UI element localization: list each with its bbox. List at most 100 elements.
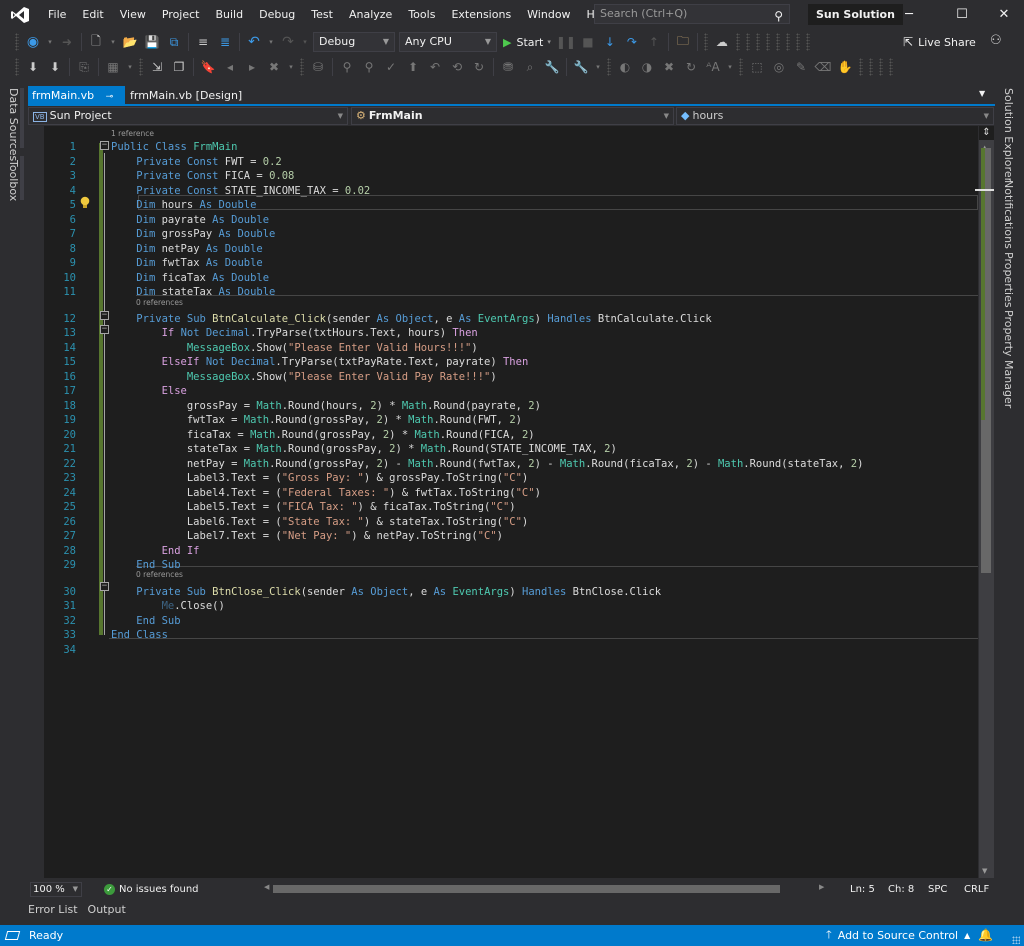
horizontal-scrollbar-thumb[interactable] [273, 885, 780, 893]
code-text[interactable]: Private Const STATE_INCOME_TAX = 0.02 [111, 184, 370, 199]
upload-icon[interactable]: ⬆ [404, 58, 422, 76]
toolbar-grip[interactable] [735, 33, 740, 51]
zoom-level-select[interactable]: 100 % ▼ [30, 882, 82, 897]
code-text[interactable]: Dim fwtTax As Double [111, 256, 262, 271]
grid-icon[interactable]: ▦ [104, 58, 122, 76]
code-text[interactable]: End Class [111, 628, 168, 643]
toolbar-grip[interactable] [15, 58, 19, 76]
code-line[interactable]: 25 Label5.Text = ("FICA Tax: ") & ficaTa… [44, 500, 978, 515]
notification-bell-icon[interactable]: 🔔 [978, 928, 993, 942]
toolbar-grip[interactable] [889, 58, 893, 76]
code-text[interactable]: End Sub [111, 614, 180, 629]
code-line[interactable]: 20 ficaTax = Math.Round(grossPay, 2) * M… [44, 428, 978, 443]
code-text[interactable]: Public Class FrmMain [111, 140, 237, 155]
char-indicator[interactable]: Ch: 8 [888, 882, 914, 897]
scroll-down-icon[interactable]: ▼ [982, 867, 987, 875]
dropdown-arrow-icon[interactable]: ▾ [726, 58, 734, 76]
deploy-icon[interactable]: ⬇ [46, 58, 64, 76]
add-to-source-control-button[interactable]: 🡑 Add to Source Control ▲ [826, 925, 970, 946]
code-line[interactable]: 14 MessageBox.Show("Please Enter Valid H… [44, 341, 978, 356]
code-line[interactable]: 15 ElseIf Not Decimal.TryParse(txtPayRat… [44, 355, 978, 370]
code-line[interactable]: 2 Private Const FWT = 0.2 [44, 155, 978, 170]
menu-extensions[interactable]: Extensions [443, 0, 519, 29]
save-icon[interactable]: 💾 [143, 33, 161, 51]
bookmark-icon[interactable]: 🔖 [199, 58, 217, 76]
menu-debug[interactable]: Debug [251, 0, 303, 29]
code-text[interactable]: stateTax = Math.Round(grossPay, 2) * Mat… [111, 442, 617, 457]
code-line[interactable]: 30 Private Sub BtnClose_Click(sender As … [44, 585, 978, 600]
menu-edit[interactable]: Edit [74, 0, 111, 29]
code-text[interactable]: grossPay = Math.Round(hours, 2) * Math.R… [111, 399, 541, 414]
toolbar-grip[interactable] [805, 33, 810, 51]
refresh-icon[interactable]: ↻ [470, 58, 488, 76]
split-window-icon[interactable]: ⇕ [979, 126, 994, 140]
code-text[interactable]: Dim netPay As Double [111, 242, 262, 257]
code-text[interactable]: Dim ficaTax As Double [111, 271, 269, 286]
inspect-icon[interactable]: ⌕ [521, 58, 539, 76]
code-text[interactable]: End Sub [111, 558, 180, 573]
properties-tab[interactable]: Properties [1002, 252, 1015, 308]
code-line[interactable]: 9 Dim fwtTax As Double [44, 256, 978, 271]
code-text[interactable]: Label7.Text = ("Net Pay: ") & netPay.ToS… [111, 529, 503, 544]
code-text[interactable]: Label3.Text = ("Gross Pay: ") & grossPay… [111, 471, 528, 486]
platform-select[interactable]: Any CPU ▼ [399, 32, 497, 52]
code-text[interactable]: Dim grossPay As Double [111, 227, 275, 242]
attach-icon[interactable]: ⚲ [338, 58, 356, 76]
toolbar-grip[interactable] [795, 33, 800, 51]
code-text[interactable]: Private Const FICA = 0.08 [111, 169, 294, 184]
menu-analyze[interactable]: Analyze [341, 0, 400, 29]
code-line[interactable]: 11 Dim stateTax As Double [44, 285, 978, 300]
code-text[interactable]: End If [111, 544, 200, 559]
toolbar-grip[interactable] [869, 58, 873, 76]
tools-icon[interactable]: 🔧 [572, 58, 590, 76]
find-in-files-icon[interactable]: 🗀 [674, 33, 692, 51]
close-button[interactable]: ✕ [981, 0, 1024, 29]
error-list-tab[interactable]: Error List [28, 903, 78, 917]
code-text[interactable]: Label4.Text = ("Federal Taxes: ") & fwtT… [111, 486, 541, 501]
toolbar-grip[interactable] [607, 58, 611, 76]
menu-window[interactable]: Window [519, 0, 578, 29]
tab-overflow-icon[interactable]: ▼ [979, 89, 985, 98]
tab-frmmain-vb[interactable]: frmMain.vb ⊸ ✕ [28, 86, 125, 123]
undo-icon[interactable]: ↶ [245, 33, 263, 51]
code-text[interactable]: Dim hours As Double [111, 198, 256, 213]
code-text[interactable]: Private Sub BtnClose_Click(sender As Obj… [111, 585, 661, 600]
toolbar-grip[interactable] [745, 33, 750, 51]
toolbar-grip[interactable] [765, 33, 770, 51]
dropdown-arrow-icon[interactable]: ▾ [109, 33, 117, 51]
history-icon[interactable]: ⟲ [448, 58, 466, 76]
menu-test[interactable]: Test [303, 0, 341, 29]
code-text[interactable]: Dim stateTax As Double [111, 285, 275, 300]
code-line[interactable]: 6 Dim payrate As Double [44, 213, 978, 228]
toolbar-grip[interactable] [755, 33, 760, 51]
clear-bookmarks-icon[interactable]: ✖ [265, 58, 283, 76]
dropdown-arrow-icon[interactable]: ▾ [301, 33, 309, 51]
select-region-icon[interactable]: ⬚ [748, 58, 766, 76]
eyedropper-icon[interactable]: ✎ [792, 58, 810, 76]
code-text[interactable]: netPay = Math.Round(grossPay, 2) - Math.… [111, 457, 864, 472]
code-line[interactable]: 3 Private Const FICA = 0.08 [44, 169, 978, 184]
publish-icon[interactable]: ⬇ [24, 58, 42, 76]
menu-tools[interactable]: Tools [400, 0, 443, 29]
code-text[interactable]: ficaTax = Math.Round(grossPay, 2) * Math… [111, 428, 535, 443]
code-text[interactable]: If Not Decimal.TryParse(txtHours.Text, h… [111, 326, 478, 341]
wrench-icon[interactable]: 🔧 [543, 58, 561, 76]
code-line[interactable]: 8 Dim netPay As Double [44, 242, 978, 257]
reload-icon[interactable]: ↻ [682, 58, 700, 76]
resize-grip-icon[interactable] [1012, 936, 1020, 944]
eraser-icon[interactable]: ⌫ [814, 58, 832, 76]
start-button[interactable]: ▶ Start ▾ [503, 36, 551, 49]
output-tab[interactable]: Output [88, 903, 126, 917]
undo-changes-icon[interactable]: ↶ [426, 58, 444, 76]
menu-view[interactable]: View [112, 0, 154, 29]
next-bookmark-icon[interactable]: ▸ [243, 58, 261, 76]
step-over-icon[interactable]: ↷ [623, 33, 641, 51]
navigate-forward-icon[interactable]: ➜ [58, 33, 76, 51]
line-ending-indicator[interactable]: CRLF [964, 882, 989, 897]
forward-icon[interactable]: ◑ [638, 58, 656, 76]
code-line[interactable]: 31 Me.Close() [44, 599, 978, 614]
code-line[interactable]: 1 Public Class FrmMain [44, 140, 978, 155]
code-text[interactable]: MessageBox.Show("Please Enter Valid Pay … [111, 370, 497, 385]
code-line[interactable]: 28 End If [44, 544, 978, 559]
scroll-left-icon[interactable]: ◀ [264, 883, 269, 891]
